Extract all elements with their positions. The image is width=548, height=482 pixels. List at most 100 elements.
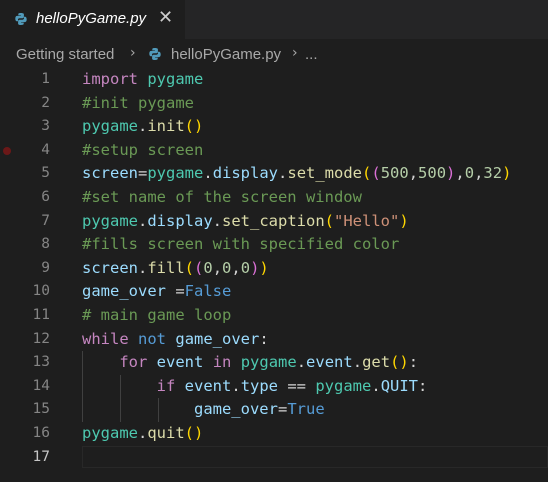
python-file-icon — [15, 13, 27, 25]
code-line[interactable]: 3 pygame.init() — [0, 115, 548, 139]
breadcrumb: Getting started › helloPyGame.py › ... — [0, 39, 548, 69]
code-token: . — [352, 353, 363, 372]
code-token: 0 — [222, 258, 232, 277]
code-token: game_over — [82, 282, 166, 301]
code-token: game_over — [175, 329, 260, 348]
code-text: #set name of the screen window — [82, 188, 362, 206]
breadcrumb-item-symbols[interactable]: ... — [305, 46, 318, 63]
code-token: : — [259, 329, 269, 348]
code-token: . — [203, 164, 213, 183]
code-token: for — [119, 353, 148, 372]
code-token: import — [82, 70, 138, 88]
code-token: game_over — [193, 400, 278, 419]
code-token: . — [371, 376, 381, 395]
code-token: type — [240, 376, 279, 395]
code-line[interactable]: 4 #setup screen — [0, 139, 548, 163]
code-token: QUIT — [380, 376, 419, 395]
code-token: event — [306, 353, 353, 372]
code-text: import pygame — [82, 70, 203, 88]
line-number: 13 — [32, 354, 50, 371]
code-text: #init pygame — [82, 94, 194, 112]
code-token: "Hello" — [334, 211, 400, 230]
code-text: for event in pygame.event.get(): — [82, 353, 418, 371]
breadcrumb-item-folder[interactable]: Getting started — [16, 46, 114, 63]
code-token: () — [184, 117, 204, 136]
code-line[interactable]: 8 #fills screen with specified color — [0, 233, 548, 257]
code-token: init — [147, 117, 185, 136]
line-number: 10 — [32, 283, 50, 300]
code-token: : — [408, 353, 419, 372]
code-token: . — [278, 164, 288, 183]
code-text: game_over=True — [82, 400, 325, 418]
code-token: ( — [194, 258, 204, 277]
code-line[interactable]: 6 #set name of the screen window — [0, 186, 548, 210]
code-token: ) — [446, 164, 456, 183]
current-line-highlight — [82, 445, 548, 468]
code-token: #fills screen with specified color — [82, 235, 400, 254]
breadcrumb-item-file[interactable]: helloPyGame.py — [171, 46, 281, 63]
code-token: ( — [324, 211, 335, 230]
code-token: ( — [184, 258, 195, 277]
code-token: , — [408, 164, 419, 183]
python-file-icon — [149, 48, 161, 60]
indent-guide — [120, 374, 122, 422]
code-token: 0 — [203, 258, 213, 277]
line-number: 8 — [41, 236, 50, 253]
chevron-right-icon: › — [292, 45, 298, 61]
line-number: 9 — [41, 259, 50, 276]
code-line[interactable]: 1 import pygame — [0, 68, 548, 92]
code-token: event — [156, 353, 204, 372]
code-editor[interactable]: 1 import pygame 2 #init pygame 3 pygame.init(… — [0, 68, 548, 482]
code-line[interactable]: 12 while not game_over: — [0, 328, 548, 352]
code-text: if event.type == pygame.QUIT: — [82, 376, 428, 395]
code-token: in — [212, 353, 232, 372]
line-number: 4 — [41, 141, 50, 158]
code-token: set_caption — [222, 211, 325, 230]
code-token: : — [418, 376, 428, 395]
line-number: 3 — [41, 118, 50, 135]
code-line[interactable]: 2 #init pygame — [0, 92, 548, 116]
code-token: pygame — [315, 376, 372, 395]
line-number: 11 — [32, 307, 50, 323]
code-line[interactable]: 5 screen=pygame.display.set_mode((500,500… — [0, 162, 548, 186]
code-token: #setup screen — [82, 140, 204, 159]
code-token: screen — [82, 164, 138, 183]
code-text: pygame.quit() — [82, 424, 203, 442]
code-text: pygame.display.set_caption("Hello") — [82, 212, 409, 230]
code-token: ( — [362, 164, 372, 183]
line-number: 17 — [32, 448, 50, 465]
code-token: ) — [502, 164, 512, 183]
editor-tab[interactable]: helloPyGame.py ✕ — [0, 0, 185, 39]
line-number: 6 — [41, 189, 50, 205]
code-line[interactable]: 11 # main game loop — [0, 304, 548, 328]
chevron-right-icon: › — [130, 45, 136, 61]
code-token: screen — [82, 258, 138, 277]
code-line[interactable]: 16 pygame.quit() — [0, 422, 548, 446]
code-token: event — [184, 376, 232, 395]
code-line[interactable]: 10 game_over =False — [0, 280, 548, 304]
close-icon[interactable]: ✕ — [158, 7, 173, 28]
code-text: screen.fill((0,0,0)) — [82, 259, 269, 277]
code-token: display — [212, 164, 279, 183]
indent-guide — [158, 398, 160, 422]
code-token: . — [138, 211, 148, 230]
code-token: while — [82, 329, 129, 348]
code-token: . — [212, 211, 223, 230]
line-number: 14 — [32, 377, 50, 394]
line-number: 12 — [32, 330, 50, 347]
code-token: . — [138, 258, 148, 277]
indent-guide — [82, 351, 83, 422]
code-token: = — [166, 282, 185, 301]
code-token: , — [455, 164, 465, 183]
code-token: pygame — [147, 164, 204, 183]
code-line[interactable]: 17 — [0, 445, 548, 470]
code-token: == — [278, 376, 316, 395]
code-token: . — [138, 424, 148, 442]
code-line[interactable]: 9 screen.fill((0,0,0)) — [0, 257, 548, 281]
tab-title: helloPyGame.py — [36, 10, 147, 27]
code-line[interactable]: 7 pygame.display.set_caption("Hello") — [0, 210, 548, 234]
